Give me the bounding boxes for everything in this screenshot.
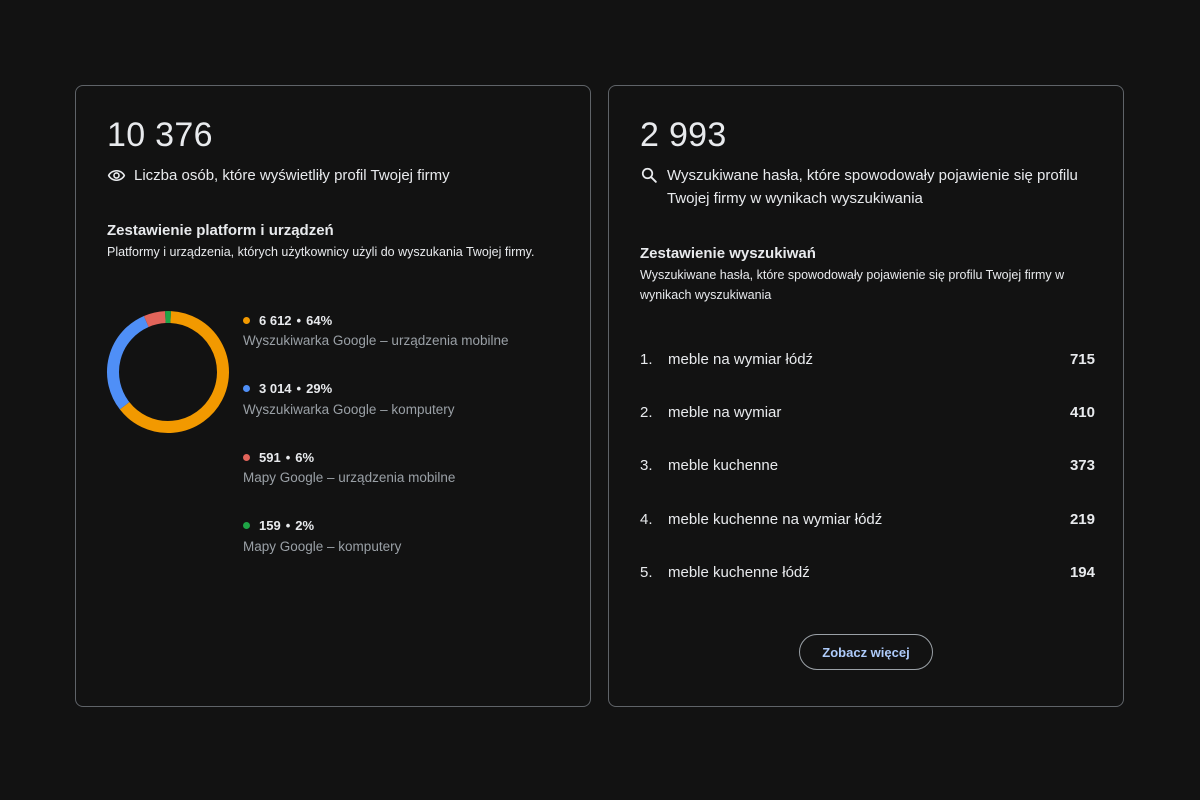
- search-term-text: meble kuchenne na wymiar łódź: [668, 510, 883, 528]
- search-icon: [641, 167, 657, 183]
- search-term-count: 194: [1069, 563, 1095, 581]
- eye-icon: [107, 169, 126, 182]
- search-terms-list: 1. meble na wymiar łódź 715 2. meble na …: [640, 333, 1095, 599]
- searches-total: 2 993: [640, 116, 727, 154]
- search-term-row: 4. meble kuchenne na wymiar łódź 219: [640, 493, 1095, 546]
- search-term-row: 3. meble kuchenne 373: [640, 439, 1095, 492]
- searches-card: 2 993 Wyszukiwane hasła, które spowodowa…: [608, 85, 1124, 707]
- search-term-row: 1. meble na wymiar łódź 715: [640, 333, 1095, 386]
- legend-separator: •: [285, 449, 291, 465]
- legend-value-row: 591 • 6%: [243, 448, 509, 466]
- platforms-legend: 6 612 • 64% Wyszukiwarka Google – urządzeni…: [243, 311, 509, 585]
- search-term-row: 2. meble na wymiar 410: [640, 386, 1095, 439]
- legend-value-row: 6 612 • 64%: [243, 311, 509, 329]
- views-metric-row: Liczba osób, które wyświetliły profil Tw…: [107, 164, 450, 187]
- legend-percent: 29%: [306, 381, 333, 396]
- search-term-text: meble kuchenne łódź: [668, 563, 810, 581]
- legend-value-row: 3 014 • 29%: [243, 380, 509, 398]
- searches-metric-label: Wyszukiwane hasła, które spowodowały poj…: [667, 167, 1078, 207]
- legend-color-dot: [243, 316, 250, 324]
- legend-percent: 64%: [306, 312, 333, 328]
- legend-label: Mapy Google – komputery: [243, 538, 402, 554]
- legend-separator: •: [285, 518, 291, 533]
- platforms-donut-chart: [107, 311, 229, 433]
- legend-color-dot: [243, 453, 250, 461]
- donut-segment-1: [119, 311, 229, 433]
- legend-value: 6 612: [259, 312, 292, 328]
- search-term-text: meble na wymiar łódź: [668, 351, 814, 369]
- search-term-text: meble kuchenne: [668, 457, 779, 475]
- legend-percent: 2%: [295, 518, 315, 533]
- legend-value-row: 159 • 2%: [243, 517, 509, 535]
- search-term-rank: 5.: [640, 563, 653, 581]
- legend-label: Mapy Google – urządzenia mobilne: [243, 470, 456, 485]
- legend-item: 159 • 2% Mapy Google – komputery: [243, 517, 509, 586]
- search-term-count: 219: [1069, 510, 1095, 528]
- searches-section-title: Zestawienie wyszukiwań: [640, 245, 816, 262]
- legend-item: 591 • 6% Mapy Google – urządzenia mobilne: [243, 448, 509, 517]
- see-more-button[interactable]: Zobacz więcej: [799, 634, 933, 670]
- legend-value: 159: [259, 518, 281, 533]
- legend-separator: •: [296, 381, 302, 396]
- views-total: 10 376: [107, 116, 213, 154]
- search-term-count: 715: [1069, 351, 1095, 369]
- search-term-rank: 1.: [640, 351, 653, 369]
- legend-value: 591: [259, 449, 281, 465]
- legend-item: 3 014 • 29% Wyszukiwarka Google – komputery: [243, 380, 509, 449]
- search-term-rank: 4.: [640, 510, 653, 528]
- legend-label: Wyszukiwarka Google – urządzenia mobilne: [243, 333, 509, 348]
- views-metric-label: Liczba osób, które wyświetliły profil Tw…: [134, 167, 450, 184]
- legend-color-dot: [243, 385, 250, 392]
- search-term-rank: 2.: [640, 404, 653, 422]
- legend-value: 3 014: [259, 381, 292, 396]
- search-term-text: meble na wymiar: [668, 404, 782, 422]
- platforms-section-desc: Platformy i urządzenia, których użytkown…: [107, 245, 535, 259]
- search-term-row: 5. meble kuchenne łódź 194: [640, 546, 1095, 599]
- search-term-rank: 3.: [640, 457, 653, 475]
- search-term-count: 410: [1069, 404, 1095, 422]
- searches-metric-row: Wyszukiwane hasła, które spowodowały poj…: [640, 164, 1107, 210]
- legend-label: Wyszukiwarka Google – komputery: [243, 401, 455, 417]
- legend-percent: 6%: [295, 449, 315, 465]
- search-term-count: 373: [1069, 457, 1095, 475]
- searches-section-desc: Wyszukiwane hasła, które spowodowały poj…: [640, 268, 1065, 302]
- legend-item: 6 612 • 64% Wyszukiwarka Google – urządzeni…: [243, 311, 509, 380]
- donut-segment-3: [143, 311, 166, 328]
- views-card: 10 376 Liczba osób, które wyświetliły pr…: [75, 85, 591, 707]
- platforms-section-title: Zestawienie platform i urządzeń: [107, 222, 334, 239]
- legend-separator: •: [296, 312, 302, 328]
- legend-color-dot: [243, 522, 250, 529]
- donut-segment-2: [107, 315, 149, 410]
